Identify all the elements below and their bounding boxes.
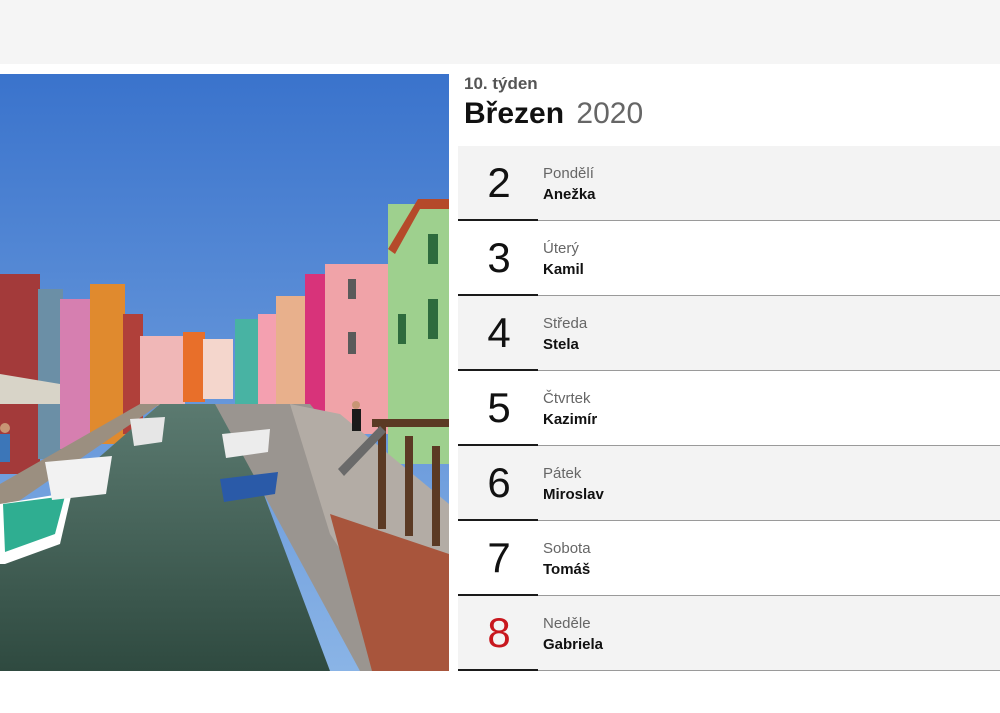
day-row-saturday: 7 Sobota Tomáš	[458, 521, 1000, 596]
canal-photo	[0, 74, 449, 671]
number-underline	[458, 369, 538, 371]
nameday-name: Anežka	[543, 186, 596, 203]
month-label: Březen	[464, 97, 565, 130]
day-row-wednesday: 4 Středa Stela	[458, 296, 1000, 371]
day-number: 3	[487, 234, 511, 281]
day-row-thursday: 5 Čtvrtek Kazimír	[458, 371, 1000, 446]
nameday-name: Kazimír	[543, 411, 598, 428]
weekday-name: Pondělí	[543, 165, 594, 182]
day-number: 6	[487, 459, 511, 506]
nameday-name: Gabriela	[543, 636, 604, 653]
weekday-name: Čtvrtek	[543, 390, 591, 407]
day-number-sunday: 8	[487, 609, 511, 656]
nameday-name: Miroslav	[543, 486, 604, 503]
number-underline	[458, 219, 538, 221]
day-list: 2 Pondělí Anežka 3 Úterý Kamil 4 Středa …	[458, 146, 1000, 671]
week-number-label: 10. týden	[464, 74, 538, 93]
number-underline	[458, 519, 538, 521]
nameday-name: Tomáš	[543, 561, 591, 578]
number-underline	[458, 594, 538, 596]
weekday-name: Neděle	[543, 615, 591, 632]
day-number: 2	[487, 159, 511, 206]
top-margin-band	[0, 0, 1000, 64]
day-row-sunday: 8 Neděle Gabriela	[458, 596, 1000, 671]
day-row-tuesday: 3 Úterý Kamil	[458, 221, 1000, 296]
day-number: 4	[487, 309, 511, 356]
day-number: 7	[487, 534, 511, 581]
weekday-name: Úterý	[543, 240, 579, 257]
weekday-name: Sobota	[543, 540, 591, 557]
number-underline	[458, 294, 538, 296]
nameday-name: Kamil	[543, 261, 584, 278]
year-label: 2020	[576, 97, 644, 130]
day-row-monday: 2 Pondělí Anežka	[458, 146, 1000, 221]
weekday-name: Pátek	[543, 465, 582, 482]
number-underline	[458, 669, 538, 671]
number-underline	[458, 444, 538, 446]
nameday-name: Stela	[543, 336, 579, 353]
weekday-name: Středa	[543, 315, 588, 332]
day-number: 5	[487, 384, 511, 431]
day-row-friday: 6 Pátek Miroslav	[458, 446, 1000, 521]
month-year-title: Březen 2020	[464, 96, 643, 132]
